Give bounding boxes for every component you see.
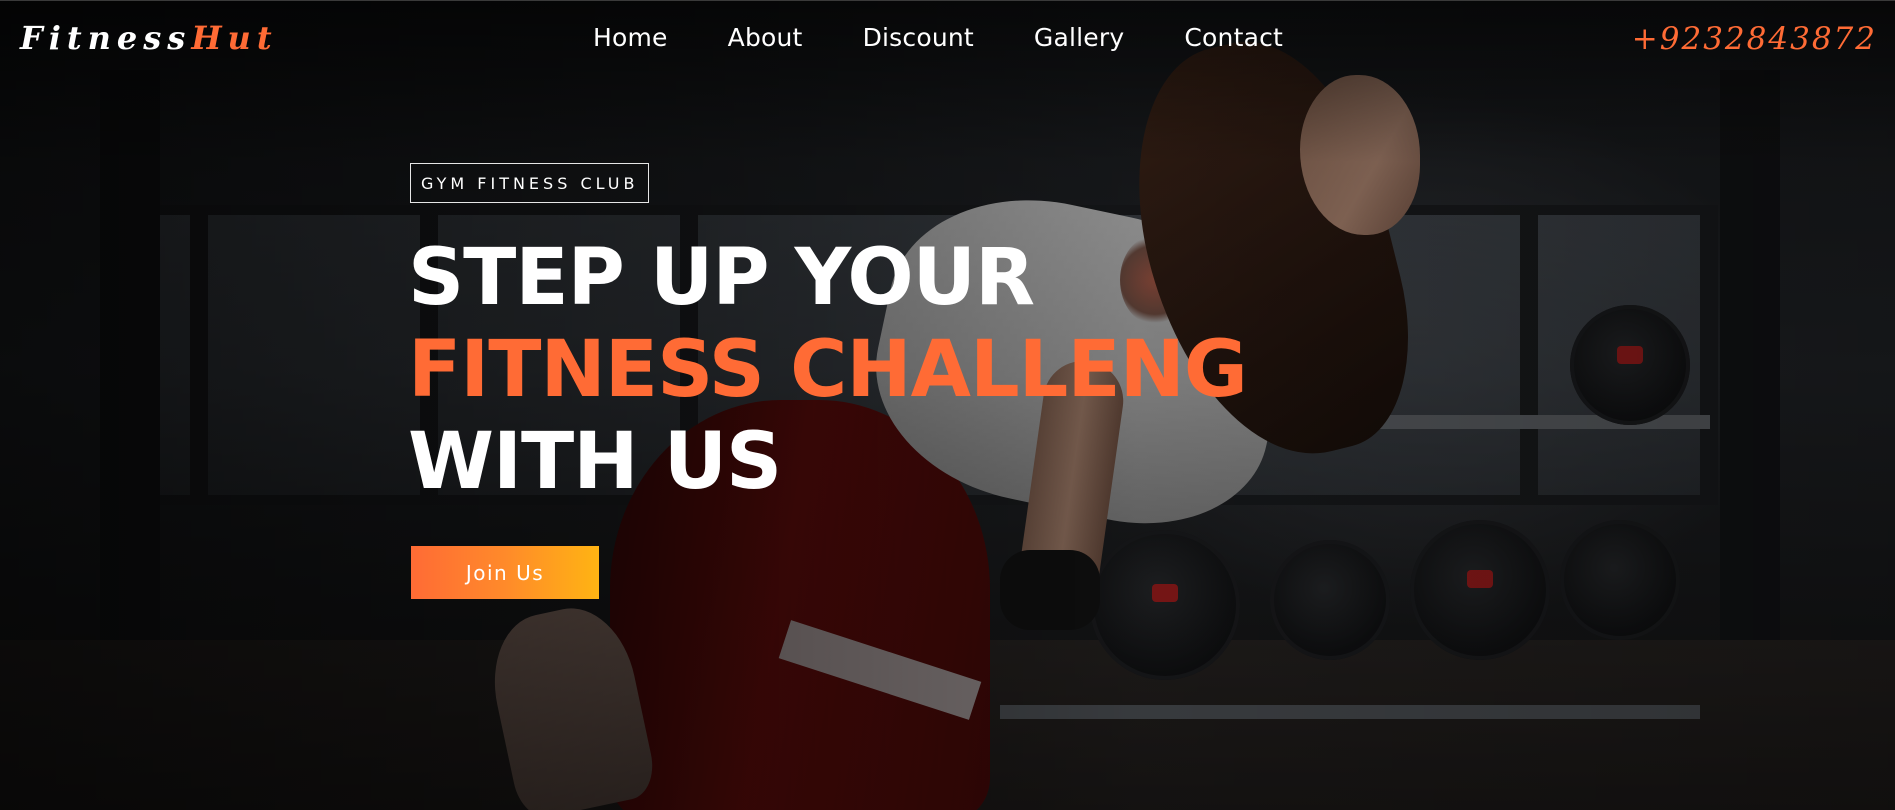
nav-links: Home About Discount Gallery Contact [593,23,1343,52]
top-navbar: FitnessHut Home About Discount Gallery C… [0,0,1895,82]
landing-page: FitnessHut Home About Discount Gallery C… [0,0,1895,810]
phone-number-link[interactable]: +9232843872 [1632,21,1877,57]
nav-link-contact[interactable]: Contact [1184,23,1283,52]
nav-link-discount[interactable]: Discount [863,23,974,52]
logo-text-primary: Fitness [20,19,192,57]
hero-title-line-2: FITNESS CHALLENG [408,325,1248,415]
nav-link-home[interactable]: Home [593,23,668,52]
hero-title: STEP UP YOUR FITNESS CHALLENG WITH US [408,232,1248,508]
hero-title-line-3: WITH US [408,417,782,507]
hero-title-line-1: STEP UP YOUR [408,233,1035,323]
nav-link-about[interactable]: About [728,23,803,52]
hero-badge: GYM FITNESS CLUB [410,163,650,203]
logo-text-accent: Hut [191,19,278,57]
site-logo[interactable]: FitnessHut [20,19,278,57]
nav-link-gallery[interactable]: Gallery [1034,23,1124,52]
join-us-button[interactable]: Join Us [411,546,599,599]
